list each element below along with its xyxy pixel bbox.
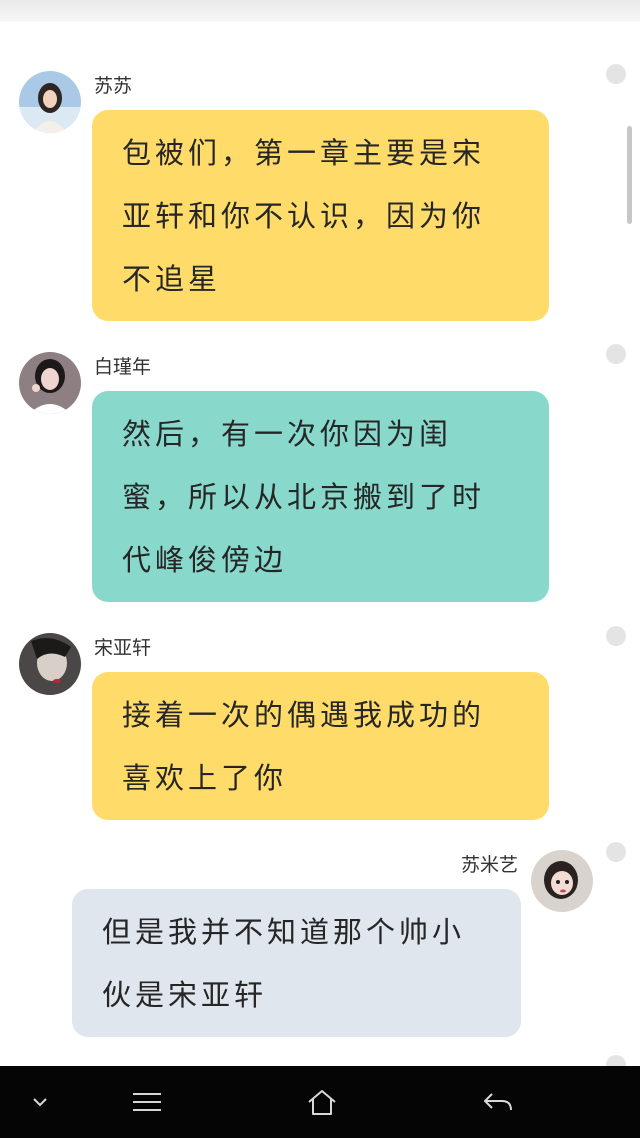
status-dot [606,344,626,364]
avatar[interactable] [19,352,81,414]
message-line: 亚轩和你不认识，因为你 [122,199,486,233]
status-dot [606,1055,626,1066]
status-dot [606,626,626,646]
chat-list[interactable]: 苏苏 包被们，第一章主要是宋 亚轩和你不认识，因为你 不追星 白瑾年 然后，有一… [0,22,640,1066]
navigation-bar [0,1066,640,1138]
message-bubble[interactable]: 包被们，第一章主要是宋 亚轩和你不认识，因为你 不追星 [92,110,549,321]
message-line: 蜜，所以从北京搬到了时 [122,480,486,514]
status-dot [606,842,626,862]
message-line: 伙是宋亚轩 [102,978,268,1012]
menu-icon[interactable] [107,1066,187,1138]
back-icon[interactable] [458,1066,538,1138]
sender-name: 宋亚轩 [94,637,152,659]
message-line: 代峰俊傍边 [122,543,288,577]
avatar[interactable] [531,850,593,912]
message-line: 喜欢上了你 [122,761,288,795]
message-line: 然后，有一次你因为闺 [122,417,453,451]
message-line: 接着一次的偶遇我成功的 [122,698,486,732]
scrollbar[interactable] [627,126,632,224]
avatar[interactable] [19,633,81,695]
chevron-down-icon[interactable] [0,1066,80,1138]
message-line: 不追星 [122,262,222,296]
status-bar [0,0,640,22]
status-dot [606,64,626,84]
sender-name: 苏苏 [94,75,133,97]
home-icon[interactable] [282,1066,362,1138]
message-line: 但是我并不知道那个帅小 [102,915,466,949]
message-bubble[interactable]: 然后，有一次你因为闺 蜜，所以从北京搬到了时 代峰俊傍边 [92,391,549,602]
avatar[interactable] [19,71,81,133]
sender-name: 苏米艺 [460,854,518,876]
message-line: 包被们，第一章主要是宋 [122,136,486,170]
sender-name: 白瑾年 [94,356,152,378]
message-bubble[interactable]: 接着一次的偶遇我成功的 喜欢上了你 [92,672,549,820]
message-bubble[interactable]: 但是我并不知道那个帅小 伙是宋亚轩 [72,889,521,1037]
